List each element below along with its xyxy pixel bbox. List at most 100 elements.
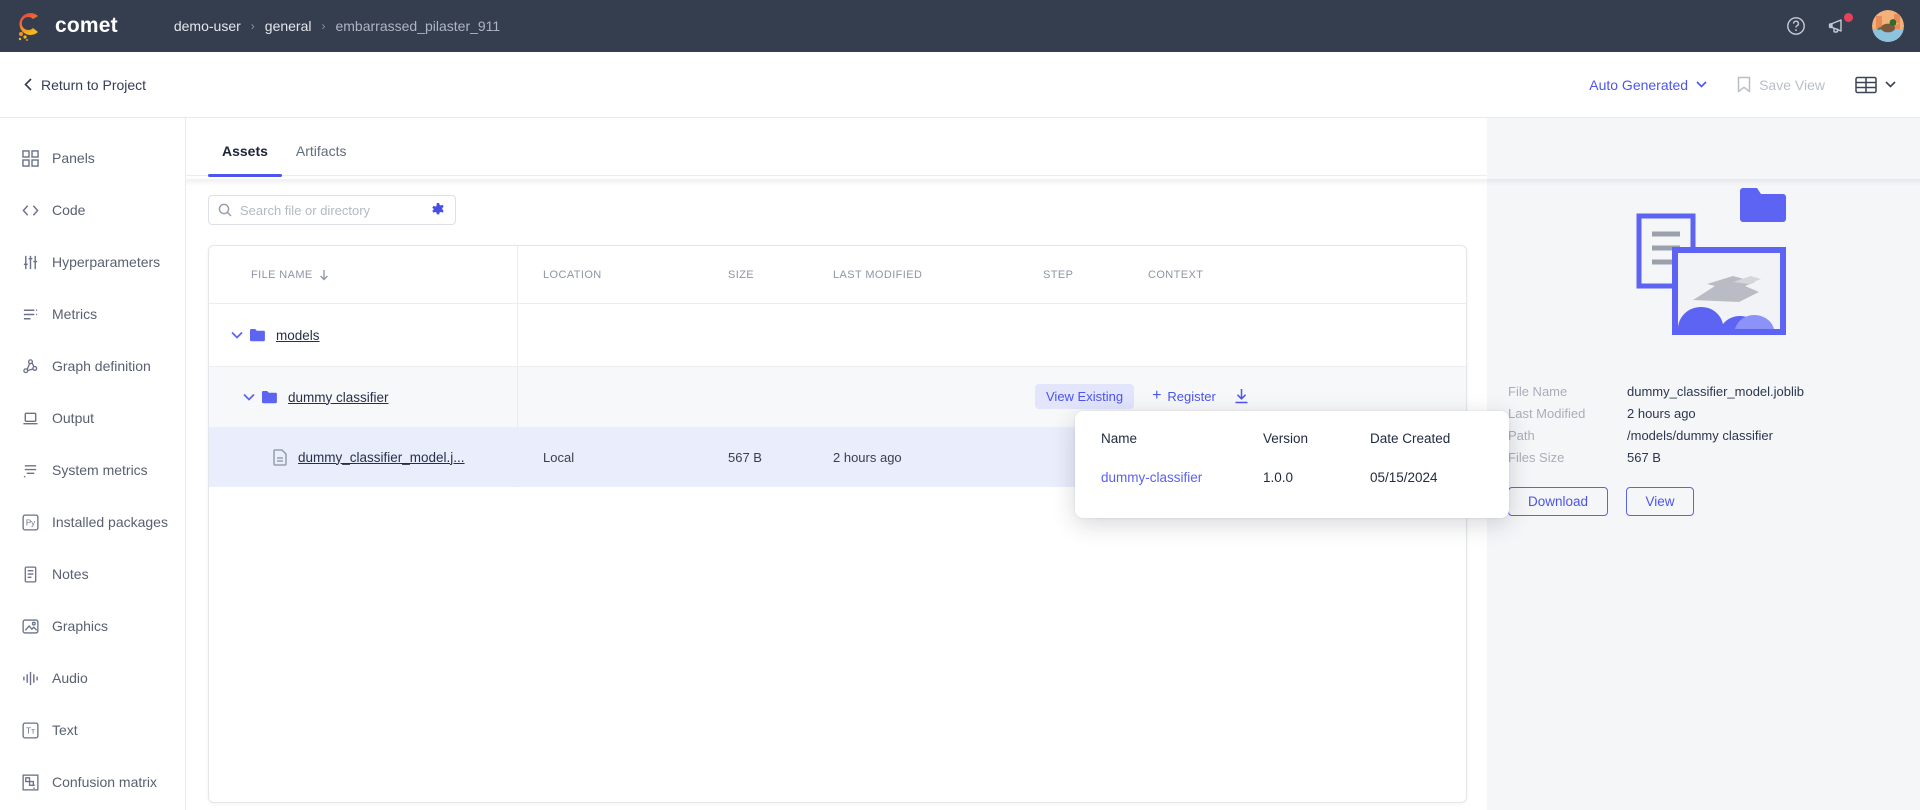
sidebar-item-notes[interactable]: Notes xyxy=(0,548,185,600)
view-button[interactable]: View xyxy=(1626,487,1694,516)
help-icon[interactable] xyxy=(1786,16,1806,36)
file-search xyxy=(208,195,456,225)
sidebar-item-label: Audio xyxy=(52,670,88,686)
column-header-last-modified[interactable]: LAST MODIFIED xyxy=(833,246,1043,303)
tab-artifacts[interactable]: Artifacts xyxy=(282,143,361,175)
popover-model-row: dummy-classifier 1.0.0 05/15/2024 xyxy=(1075,446,1509,485)
sidebar-item-label: Installed packages xyxy=(52,514,168,530)
meta-file-name: File Name dummy_classifier_model.joblib xyxy=(1508,384,1804,399)
sidebar-item-output[interactable]: Output xyxy=(0,392,185,444)
chevron-right-icon: › xyxy=(321,19,325,33)
sidebar-item-label: Panels xyxy=(52,150,95,166)
experiment-toolbar: Return to Project Auto Generated Save Vi… xyxy=(0,52,1920,118)
comet-logo[interactable]: comet xyxy=(16,10,118,42)
matrix-icon xyxy=(22,774,39,791)
user-avatar[interactable] xyxy=(1872,10,1904,42)
breadcrumb-workspace[interactable]: demo-user xyxy=(174,18,241,34)
file-preview-panel: File Name dummy_classifier_model.joblib … xyxy=(1487,118,1920,810)
brand-name: comet xyxy=(55,14,118,38)
python-package-icon: Py xyxy=(22,514,39,531)
folder-shape xyxy=(1740,188,1786,222)
column-header-step[interactable]: STEP xyxy=(1043,246,1148,303)
model-date-created: 05/15/2024 xyxy=(1370,470,1509,485)
chevron-left-icon xyxy=(24,78,32,91)
download-icon[interactable] xyxy=(1234,388,1249,404)
sidebar-item-system-metrics[interactable]: System metrics xyxy=(0,444,185,496)
bookmark-icon xyxy=(1737,76,1751,93)
search-input[interactable] xyxy=(240,203,422,218)
breadcrumb-project[interactable]: general xyxy=(265,18,312,34)
sidebar-item-installed-packages[interactable]: Py Installed packages xyxy=(0,496,185,548)
sidebar-item-panels[interactable]: Panels xyxy=(0,132,185,184)
asset-tabs: Assets Artifacts xyxy=(186,118,1487,176)
meta-value: /models/dummy classifier xyxy=(1627,428,1773,443)
view-existing-button[interactable]: View Existing xyxy=(1035,384,1134,409)
sidebar-item-audio[interactable]: Audio xyxy=(0,652,185,704)
text-icon: Tт xyxy=(22,722,39,739)
announcements-megaphone-icon[interactable] xyxy=(1828,16,1850,36)
layout-view-dropdown[interactable] xyxy=(1855,76,1896,94)
column-header-file-name[interactable]: FILE NAME xyxy=(209,246,518,303)
folder-name-link[interactable]: dummy classifier xyxy=(288,390,389,405)
picture-frame-shape xyxy=(1675,250,1783,332)
sidebar-item-graphics[interactable]: Graphics xyxy=(0,600,185,652)
view-selector-dropdown[interactable]: Auto Generated xyxy=(1589,77,1707,93)
search-icon xyxy=(218,203,232,217)
notes-icon xyxy=(22,566,39,583)
sidebar-item-text[interactable]: Tт Text xyxy=(0,704,185,756)
meta-label: Path xyxy=(1508,428,1627,443)
meta-value: 2 hours ago xyxy=(1627,406,1696,421)
registered-model-link[interactable]: dummy-classifier xyxy=(1101,470,1263,485)
experiment-sidebar: Panels Code Hyperparameters Metrics Grap… xyxy=(0,118,186,810)
table-row-models[interactable]: models xyxy=(209,304,1466,367)
return-to-project-button[interactable]: Return to Project xyxy=(24,77,146,93)
sidebar-item-label: Metrics xyxy=(52,306,97,322)
svg-text:Tт: Tт xyxy=(26,725,35,735)
cell-location: Local xyxy=(518,427,728,487)
sliders-icon xyxy=(22,254,39,271)
sidebar-item-graph-definition[interactable]: Graph definition xyxy=(0,340,185,392)
register-model-button[interactable]: + Register xyxy=(1152,388,1216,404)
cell-last-modified: 2 hours ago xyxy=(833,427,1043,487)
sidebar-item-label: Output xyxy=(52,410,94,426)
column-header-context[interactable]: CONTEXT xyxy=(1148,246,1466,303)
search-settings-gear-icon[interactable] xyxy=(430,202,446,218)
panels-icon xyxy=(22,150,39,167)
download-button[interactable]: Download xyxy=(1508,487,1608,516)
sidebar-item-label: Text xyxy=(52,722,78,738)
sort-descending-icon xyxy=(319,269,329,281)
top-navbar: comet demo-user › general › embarrassed_… xyxy=(0,0,1920,52)
column-header-location[interactable]: LOCATION xyxy=(518,246,728,303)
svg-text:Py: Py xyxy=(26,518,35,527)
breadcrumb: demo-user › general › embarrassed_pilast… xyxy=(174,18,500,34)
chevron-down-icon[interactable] xyxy=(243,393,255,401)
tab-assets[interactable]: Assets xyxy=(208,143,282,175)
folder-name-link[interactable]: models xyxy=(276,328,320,343)
sidebar-item-label: Notes xyxy=(52,566,89,582)
sidebar-item-label: System metrics xyxy=(52,462,148,478)
meta-value: dummy_classifier_model.joblib xyxy=(1627,384,1804,399)
chevron-right-icon: › xyxy=(251,19,255,33)
file-preview-illustration xyxy=(1615,178,1795,363)
sidebar-item-hyperparameters[interactable]: Hyperparameters xyxy=(0,236,185,288)
sidebar-item-metrics[interactable]: Metrics xyxy=(0,288,185,340)
save-view-button[interactable]: Save View xyxy=(1737,76,1825,93)
laptop-icon xyxy=(22,410,39,427)
sidebar-item-confusion-matrix[interactable]: Confusion matrix xyxy=(0,756,185,808)
column-label: FILE NAME xyxy=(251,269,313,281)
table-layout-icon xyxy=(1855,76,1877,94)
column-header-size[interactable]: SIZE xyxy=(728,246,833,303)
sidebar-item-label: Graphics xyxy=(52,618,108,634)
meta-value: 567 B xyxy=(1627,450,1661,465)
popover-column-version: Version xyxy=(1263,431,1370,446)
image-icon xyxy=(22,618,39,635)
folder-icon xyxy=(249,328,266,342)
meta-files-size: Files Size 567 B xyxy=(1508,450,1804,465)
chevron-down-icon[interactable] xyxy=(231,331,243,339)
tabbar-shadow xyxy=(186,179,1920,186)
model-version: 1.0.0 xyxy=(1263,470,1370,485)
file-name-link[interactable]: dummy_classifier_model.j... xyxy=(298,450,465,465)
register-label: Register xyxy=(1167,389,1215,404)
metrics-icon xyxy=(22,306,39,323)
sidebar-item-code[interactable]: Code xyxy=(0,184,185,236)
